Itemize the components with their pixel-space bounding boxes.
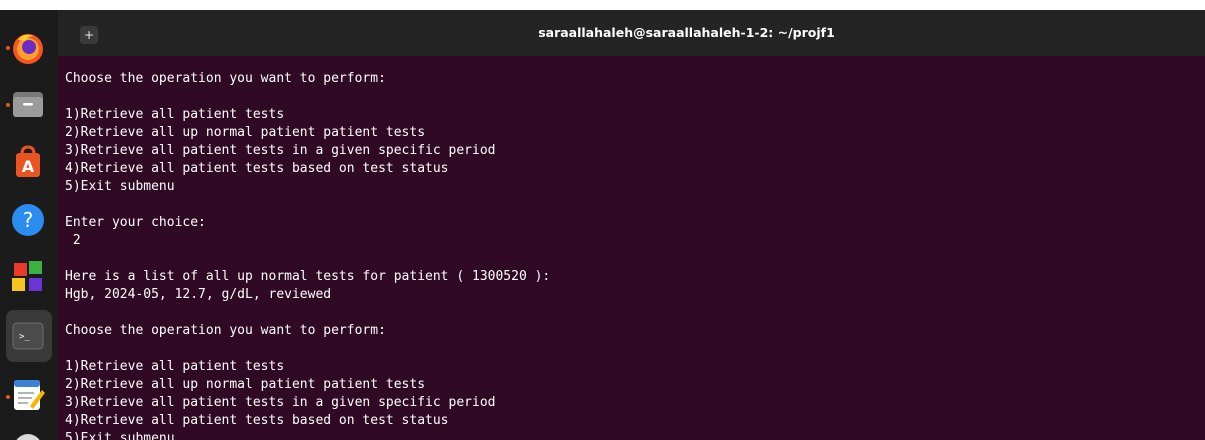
app-center-icon[interactable]: A	[10, 143, 46, 179]
top-strip	[0, 0, 1205, 10]
terminal-line: 2)Retrieve all up normal patient patient…	[65, 125, 426, 140]
dock: A ? >_	[0, 10, 58, 440]
terminal-line: 1)Retrieve all patient tests	[65, 359, 285, 374]
window-title: saraallahaleh@saraallahaleh-1-2: ~/projf…	[538, 25, 835, 40]
text-editor-icon[interactable]	[10, 376, 46, 412]
terminal-line: Here is a list of all up normal tests fo…	[65, 269, 551, 284]
terminal-line: 4)Retrieve all patient tests based on te…	[65, 161, 449, 176]
terminal-line: 2)Retrieve all up normal patient patient…	[65, 377, 426, 392]
files-icon[interactable]	[10, 86, 46, 122]
terminal-line: Choose the operation you want to perform…	[65, 71, 386, 86]
help-icon[interactable]: ?	[10, 202, 46, 238]
terminal-line: Enter your choice:	[65, 215, 206, 230]
terminal-titlebar[interactable]: + saraallahaleh@saraallahaleh-1-2: ~/pro…	[58, 10, 1205, 56]
svg-text:>_: >_	[19, 332, 30, 342]
terminal-line: Choose the operation you want to perform…	[65, 323, 386, 338]
apps-grid-icon[interactable]	[10, 259, 46, 295]
desktop-screen: A ? >_ + saraallahaleh@saraallahaleh-1-2…	[0, 0, 1205, 440]
svg-text:A: A	[22, 157, 35, 176]
svg-text:?: ?	[23, 208, 34, 232]
terminal-window[interactable]: + saraallahaleh@saraallahaleh-1-2: ~/pro…	[58, 10, 1205, 440]
terminal-output[interactable]: Choose the operation you want to perform…	[65, 70, 1195, 440]
terminal-line: 4)Retrieve all patient tests based on te…	[65, 413, 449, 428]
terminal-line: 2	[65, 233, 81, 248]
terminal-icon[interactable]: >_	[10, 318, 46, 354]
terminal-line: 3)Retrieve all patient tests in a given …	[65, 143, 496, 158]
firefox-icon[interactable]	[10, 30, 46, 66]
terminal-line: 1)Retrieve all patient tests	[65, 107, 285, 122]
terminal-line: 3)Retrieve all patient tests in a given …	[65, 395, 496, 410]
terminal-line: 5)Exit submenu	[65, 179, 175, 194]
terminal-line: 5)Exit submenu	[65, 431, 175, 440]
partial-dock-icon[interactable]	[14, 434, 42, 440]
terminal-line: Hgb, 2024-05, 12.7, g/dL, reviewed	[65, 287, 332, 302]
